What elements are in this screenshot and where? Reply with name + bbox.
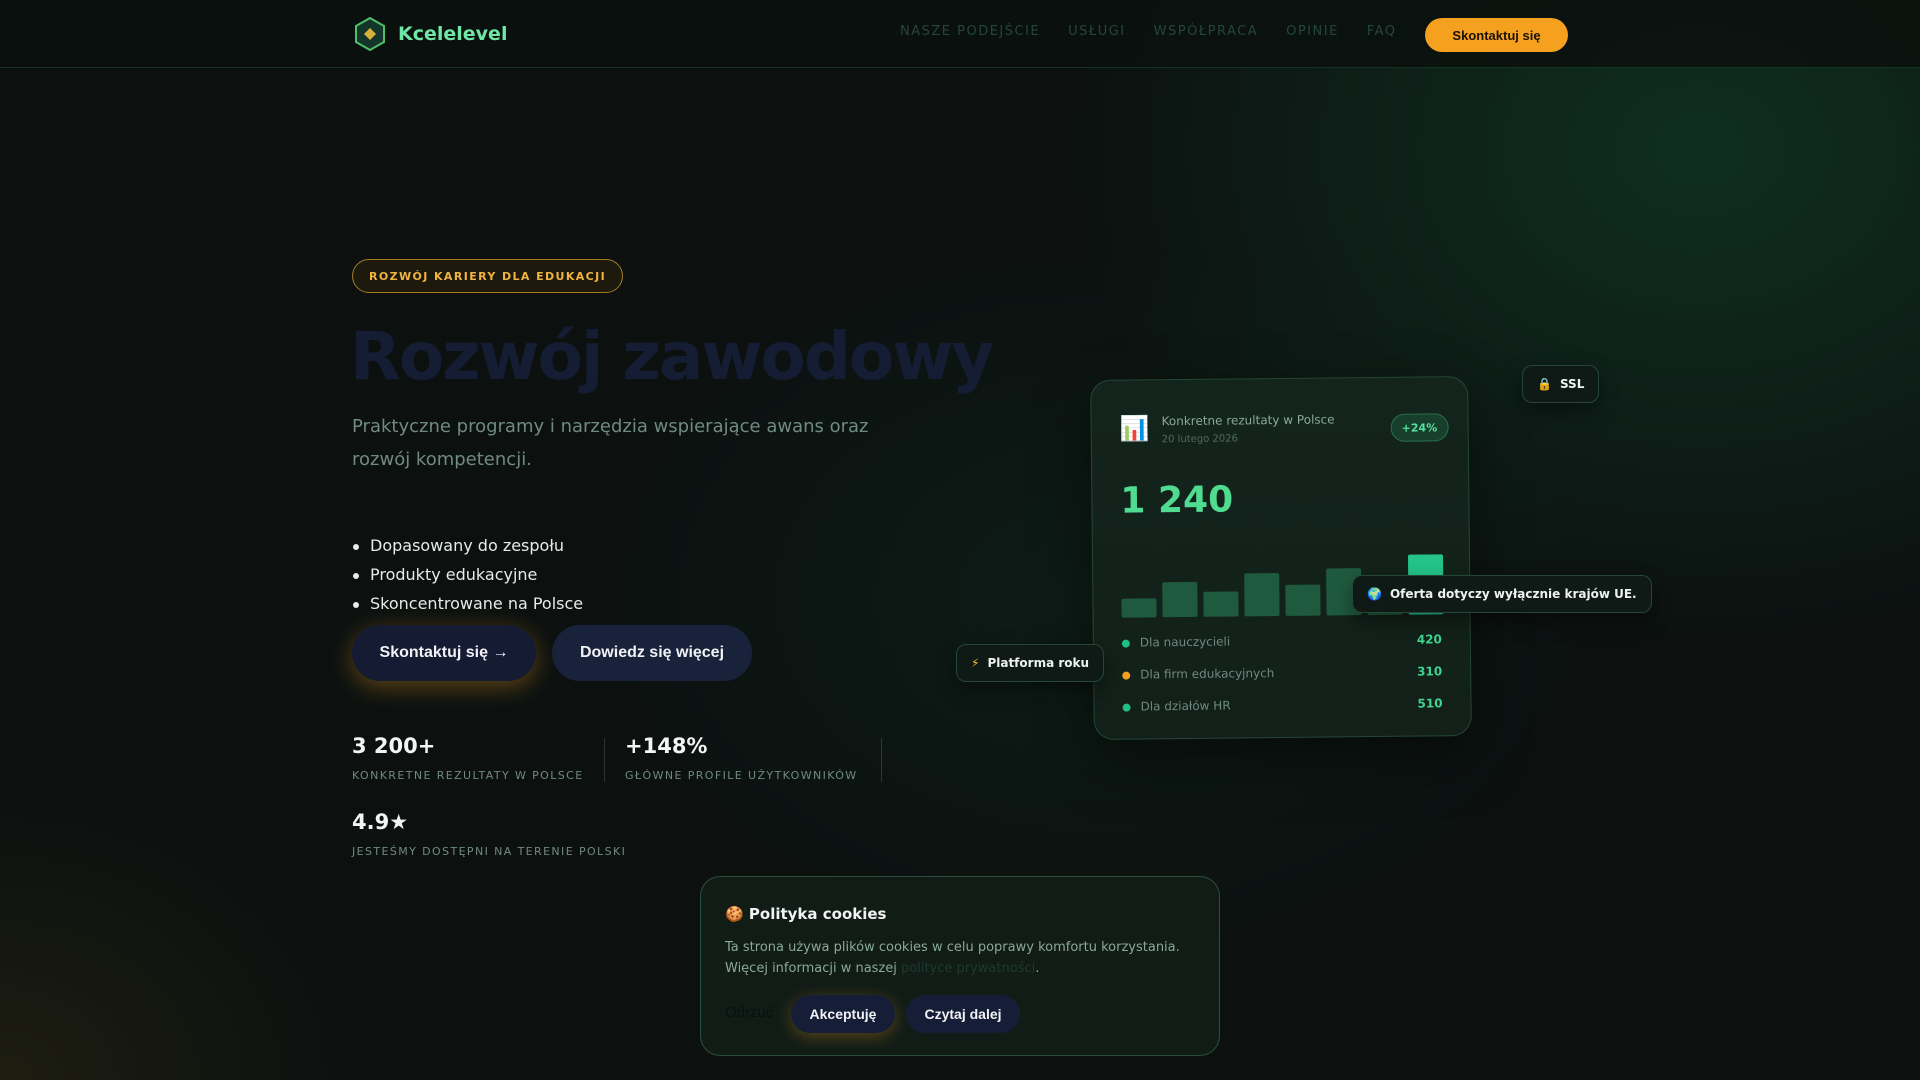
brand-name: Kcelelevel [398,23,508,45]
chart-bar [1285,584,1321,616]
nav-link-approach[interactable]: NASZE PODEJŚCIE [900,24,1040,39]
change-badge: +24% [1390,413,1449,442]
platform-label: Platforma roku [987,656,1090,670]
nav-link-reviews[interactable]: OPINIE [1286,24,1339,39]
top-nav: Kcelelevel NASZE PODEJŚCIE USŁUGI WSPÓŁP… [0,0,1920,68]
legend-row: Dla firm edukacyjnych 310 [1122,662,1442,685]
cookie-text-after: . [1035,961,1040,976]
hero-title: Rozwój zawodowy [350,318,994,395]
nav-link-cooperation[interactable]: WSPÓŁPRACA [1154,24,1258,39]
ssl-chip: 🔒 SSL [1522,365,1600,403]
nav-link-services[interactable]: USŁUGI [1068,24,1126,39]
cookie-reject-button[interactable]: Odrzuć [725,1004,773,1021]
legend-dot [1122,671,1131,680]
hero-subtitle: Praktyczne programy i narzędzia wspieraj… [352,416,869,470]
chart-bar [1244,573,1280,617]
stat-value: 4.9★ [352,810,409,834]
legend-label: Dla firm edukacyjnych [1140,666,1275,682]
card-title: Konkretne rezultaty w Polsce [1161,412,1335,429]
cookie-text: Ta strona używa plików cookies w celu po… [725,937,1205,979]
cookie-banner: 🍪 Polityka cookies Ta strona używa plikó… [700,876,1220,1056]
nav-links: NASZE PODEJŚCIE USŁUGI WSPÓŁPRACA OPINIE… [900,24,1396,39]
hexagon-logo-icon [355,16,385,52]
stat-label: KONKRETNE REZULTATY W POLSCE [352,769,584,782]
legend-label: Dla działów HR [1140,698,1231,714]
feature-item: Skoncentrowane na Polsce [352,594,583,623]
feature-item: Produkty edukacyjne [352,565,583,594]
hero-feature-list: Dopasowany do zespołu Produkty edukacyjn… [352,536,583,623]
stat-divider [881,738,882,782]
card-value: 1 240 [1120,479,1234,522]
stat-profiles: +148% GŁÓWNE PROFILE UŻYTKOWNIKÓW [625,734,858,782]
hero-badge: ROZWÓJ KARIERY DLA EDUKACJI [352,259,624,293]
stat-divider [604,738,605,782]
cookie-accept-button[interactable]: Akceptuję [791,995,895,1033]
chart-bar [1121,598,1157,618]
eu-offer-label: Oferta dotyczy wyłącznie krajów UE. [1389,587,1637,601]
stat-label: GŁÓWNE PROFILE UŻYTKOWNIKÓW [625,769,858,782]
globe-icon: 🌍 [1367,587,1382,601]
platform-chip: ⚡ Platforma roku [956,644,1105,682]
cookie-read-more-button[interactable]: Czytaj dalej [906,995,1020,1033]
stat-results: 3 200+ KONKRETNE REZULTATY W POLSCE [352,734,584,782]
legend-dot [1121,639,1130,648]
legend-value: 420 [1416,632,1442,647]
card-date: 20 lutego 2026 [1161,433,1238,446]
feature-item: Dopasowany do zespołu [352,536,583,565]
legend-label: Dla nauczycieli [1139,634,1231,650]
lock-icon: 🔒 [1537,377,1552,391]
legend-row: Dla działów HR 510 [1122,694,1443,717]
privacy-policy-link[interactable]: polityce prywatności [901,961,1035,976]
results-card: 📊 Konkretne rezultaty w Polsce 20 lutego… [1090,376,1472,740]
nav-link-faq[interactable]: FAQ [1367,24,1397,39]
hero-learn-more-button[interactable]: Dowiedz się więcej [552,625,752,681]
stat-rating: 4.9★ JESTEŚMY DOSTĘPNI NA TERENIE POLSKI [352,810,626,858]
chart-bar [1162,581,1198,618]
legend-value: 310 [1417,664,1443,679]
nav-contact-button[interactable]: Skontaktuj się [1425,18,1568,52]
brand-logo[interactable]: Kcelelevel [352,16,507,52]
eu-offer-chip: 🌍 Oferta dotyczy wyłącznie krajów UE. [1352,575,1652,613]
chart-bar [1203,591,1239,617]
legend-value: 510 [1417,696,1443,711]
legend-row: Dla nauczycieli 420 [1121,630,1442,653]
stat-label: JESTEŚMY DOSTĘPNI NA TERENIE POLSKI [352,845,627,858]
ssl-label: SSL [1559,377,1585,391]
lightning-icon: ⚡ [971,656,980,670]
cookie-title: 🍪 Polityka cookies [725,905,887,923]
stat-value: +148% [625,734,708,758]
hero-contact-button[interactable]: Skontaktuj się → [352,625,536,681]
stat-value: 3 200+ [352,734,436,758]
bar-chart-icon: 📊 [1119,414,1150,443]
legend-dot [1122,703,1131,712]
